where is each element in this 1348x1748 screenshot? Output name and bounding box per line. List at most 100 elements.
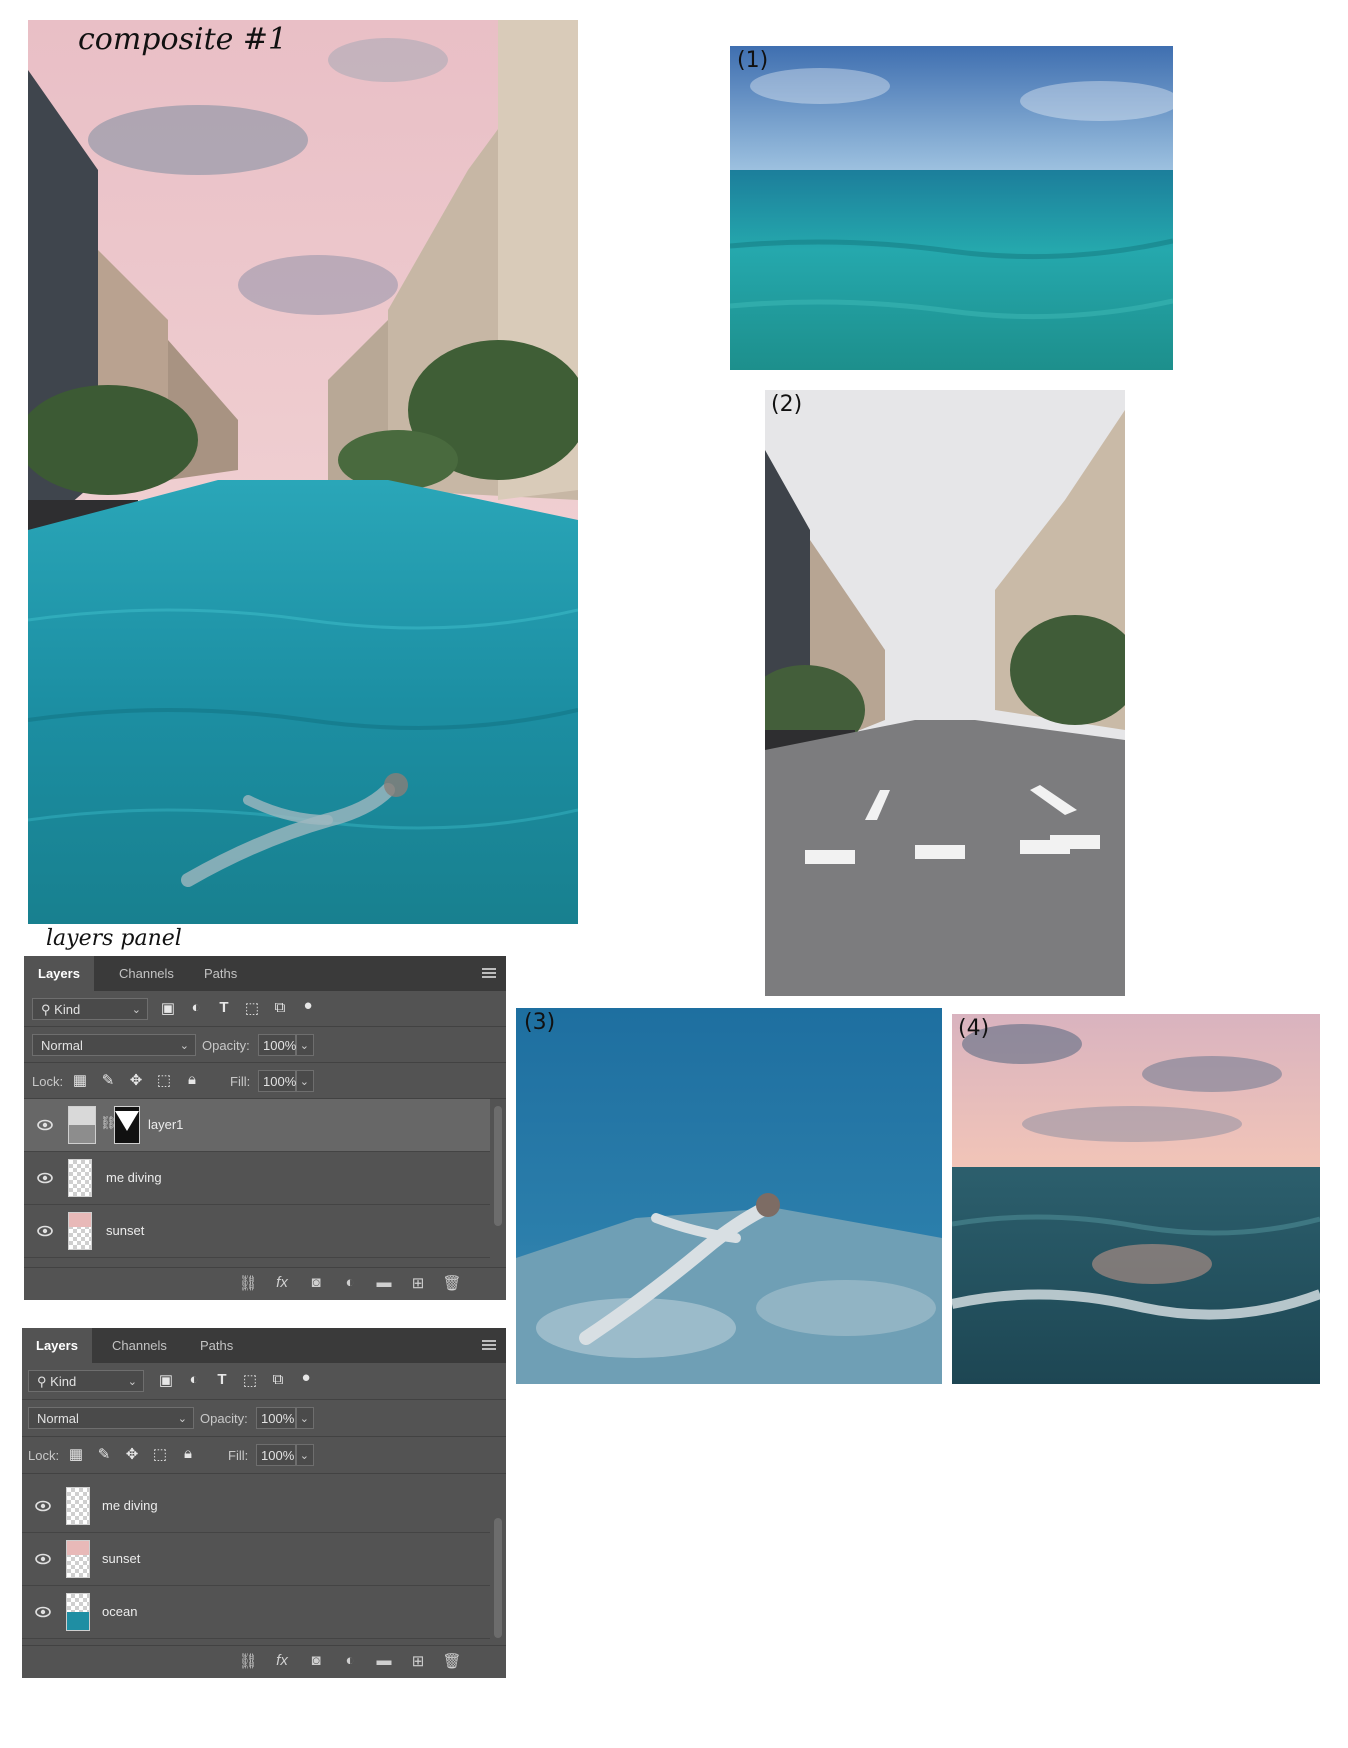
tab-layers[interactable]: Layers — [24, 956, 94, 991]
lock-label: Lock: — [32, 1074, 64, 1089]
search-icon: ⚲ — [37, 1374, 47, 1389]
chevron-down-icon: ⌄ — [299, 1413, 309, 1425]
type-filter-icon[interactable]: T — [214, 999, 234, 1016]
lock-all-icon[interactable]: 🔒︎ — [182, 1071, 202, 1088]
visibility-eye-icon[interactable] — [34, 1497, 52, 1515]
ocean-graphic — [730, 46, 1173, 370]
shape-filter-icon[interactable]: ⬚ — [240, 1371, 260, 1389]
fx-icon[interactable]: fx — [272, 1274, 292, 1291]
chevron-down-icon: ⌄ — [177, 1413, 187, 1425]
search-icon: ⚲ — [41, 1002, 51, 1017]
lock-artboard-icon[interactable]: ⬚ — [154, 1071, 174, 1089]
trash-icon[interactable]: 🗑︎ — [442, 1652, 462, 1670]
filter-kind-select[interactable]: ⚲ Kind ⌄ — [28, 1370, 144, 1392]
visibility-eye-icon[interactable] — [36, 1116, 54, 1134]
fill-value: 100% — [263, 1074, 297, 1089]
composite-image — [28, 20, 578, 924]
pixel-filter-icon[interactable]: ▣ — [158, 999, 178, 1017]
fill-label: Fill: — [228, 1448, 249, 1463]
layer-row-me-diving[interactable]: me diving — [22, 1480, 490, 1533]
street-image — [765, 390, 1125, 996]
opacity-field[interactable]: 100% — [258, 1034, 296, 1056]
fill-label: Fill: — [230, 1074, 251, 1089]
fx-icon[interactable]: fx — [272, 1652, 292, 1669]
blend-mode-value: Normal — [41, 1038, 83, 1053]
layer-row-ocean[interactable]: ocean — [22, 1586, 490, 1639]
fill-field[interactable]: 100% — [258, 1070, 296, 1092]
layer-name: me diving — [106, 1170, 162, 1185]
fill-dropdown[interactable]: ⌄ — [296, 1444, 314, 1466]
type-filter-icon[interactable]: T — [212, 1371, 232, 1388]
lock-transparency-icon[interactable]: ▦ — [66, 1445, 86, 1463]
chevron-down-icon: ⌄ — [299, 1040, 309, 1052]
blend-mode-select[interactable]: Normal ⌄ — [28, 1407, 194, 1429]
filter-toggle-icon[interactable]: ● — [298, 997, 318, 1014]
layers-scrollbar[interactable] — [494, 1106, 502, 1226]
lock-move-icon[interactable]: ✥ — [126, 1071, 146, 1089]
tab-layers[interactable]: Layers — [22, 1328, 92, 1363]
layers-scrollbar[interactable] — [494, 1518, 502, 1638]
tab-paths[interactable]: Paths — [190, 956, 251, 991]
layer-row-layer1[interactable]: ⛓ layer1 — [24, 1099, 490, 1152]
image-tag-3: (3) — [524, 1010, 556, 1035]
tab-channels[interactable]: Channels — [105, 956, 188, 991]
lock-artboard-icon[interactable]: ⬚ — [150, 1445, 170, 1463]
layer-name: me diving — [102, 1498, 158, 1513]
sunset-image — [952, 1014, 1320, 1384]
lock-move-icon[interactable]: ✥ — [122, 1445, 142, 1463]
trash-icon[interactable]: 🗑︎ — [442, 1274, 462, 1292]
layer-row-sunset[interactable]: sunset — [22, 1533, 490, 1586]
layer-name: layer1 — [148, 1117, 184, 1132]
shape-filter-icon[interactable]: ⬚ — [242, 999, 262, 1017]
visibility-eye-icon[interactable] — [36, 1222, 54, 1240]
lock-row: Lock: ▦ ✎ ✥ ⬚ 🔒︎ Fill: 100% ⌄ — [22, 1437, 506, 1474]
image-tag-2: (2) — [771, 392, 803, 417]
blend-mode-select[interactable]: Normal ⌄ — [32, 1034, 196, 1056]
fill-field[interactable]: 100% — [256, 1444, 296, 1466]
smart-object-filter-icon[interactable]: ⧉ — [268, 1371, 288, 1388]
add-mask-icon[interactable]: ◙ — [306, 1652, 326, 1669]
visibility-eye-icon[interactable] — [34, 1603, 52, 1621]
layer-row-sunset[interactable]: sunset — [24, 1205, 490, 1258]
layers-bottom-bar: ⛓ fx ◙ ◐ ▬ ⊞ 🗑︎ — [24, 1267, 506, 1300]
street-graphic — [765, 390, 1125, 996]
pixel-filter-icon[interactable]: ▣ — [156, 1371, 176, 1389]
opacity-label: Opacity: — [200, 1411, 248, 1426]
panel-menu-icon[interactable] — [482, 1340, 496, 1350]
lock-brush-icon[interactable]: ✎ — [94, 1445, 114, 1463]
layer-row-me-diving[interactable]: me diving — [24, 1152, 490, 1205]
smart-object-filter-icon[interactable]: ⧉ — [270, 999, 290, 1016]
visibility-eye-icon[interactable] — [34, 1550, 52, 1568]
tab-channels[interactable]: Channels — [98, 1328, 181, 1363]
panel-menu-icon[interactable] — [482, 968, 496, 978]
filter-kind-label: Kind — [54, 1002, 81, 1017]
adjustment-filter-icon[interactable]: ◐ — [186, 999, 206, 1016]
layer-mask-thumbnail — [114, 1106, 140, 1144]
adjustment-layer-icon[interactable]: ◐ — [340, 1274, 360, 1291]
underwater-image — [516, 1008, 942, 1384]
opacity-field[interactable]: 100% — [256, 1407, 296, 1429]
visibility-eye-icon[interactable] — [36, 1169, 54, 1187]
fill-dropdown[interactable]: ⌄ — [296, 1070, 314, 1092]
lock-brush-icon[interactable]: ✎ — [98, 1071, 118, 1089]
lock-all-icon[interactable]: 🔒︎ — [178, 1445, 198, 1462]
filter-toggle-icon[interactable]: ● — [296, 1369, 316, 1386]
image-tag-1: (1) — [737, 48, 769, 73]
lock-transparency-icon[interactable]: ▦ — [70, 1071, 90, 1089]
lock-label: Lock: — [28, 1448, 60, 1463]
adjustment-layer-icon[interactable]: ◐ — [340, 1652, 360, 1669]
opacity-dropdown[interactable]: ⌄ — [296, 1407, 314, 1429]
filter-kind-label: Kind — [50, 1374, 77, 1389]
link-layers-icon[interactable]: ⛓ — [238, 1652, 258, 1670]
group-folder-icon[interactable]: ▬ — [374, 1274, 394, 1291]
opacity-dropdown[interactable]: ⌄ — [296, 1034, 314, 1056]
adjustment-filter-icon[interactable]: ◐ — [184, 1371, 204, 1388]
tab-paths[interactable]: Paths — [186, 1328, 247, 1363]
filter-kind-select[interactable]: ⚲ Kind ⌄ — [32, 998, 148, 1020]
new-layer-icon[interactable]: ⊞ — [408, 1274, 428, 1292]
add-mask-icon[interactable]: ◙ — [306, 1274, 326, 1291]
new-layer-icon[interactable]: ⊞ — [408, 1652, 428, 1670]
chevron-down-icon: ⌄ — [299, 1076, 309, 1088]
link-layers-icon[interactable]: ⛓ — [238, 1274, 258, 1292]
group-folder-icon[interactable]: ▬ — [374, 1652, 394, 1669]
